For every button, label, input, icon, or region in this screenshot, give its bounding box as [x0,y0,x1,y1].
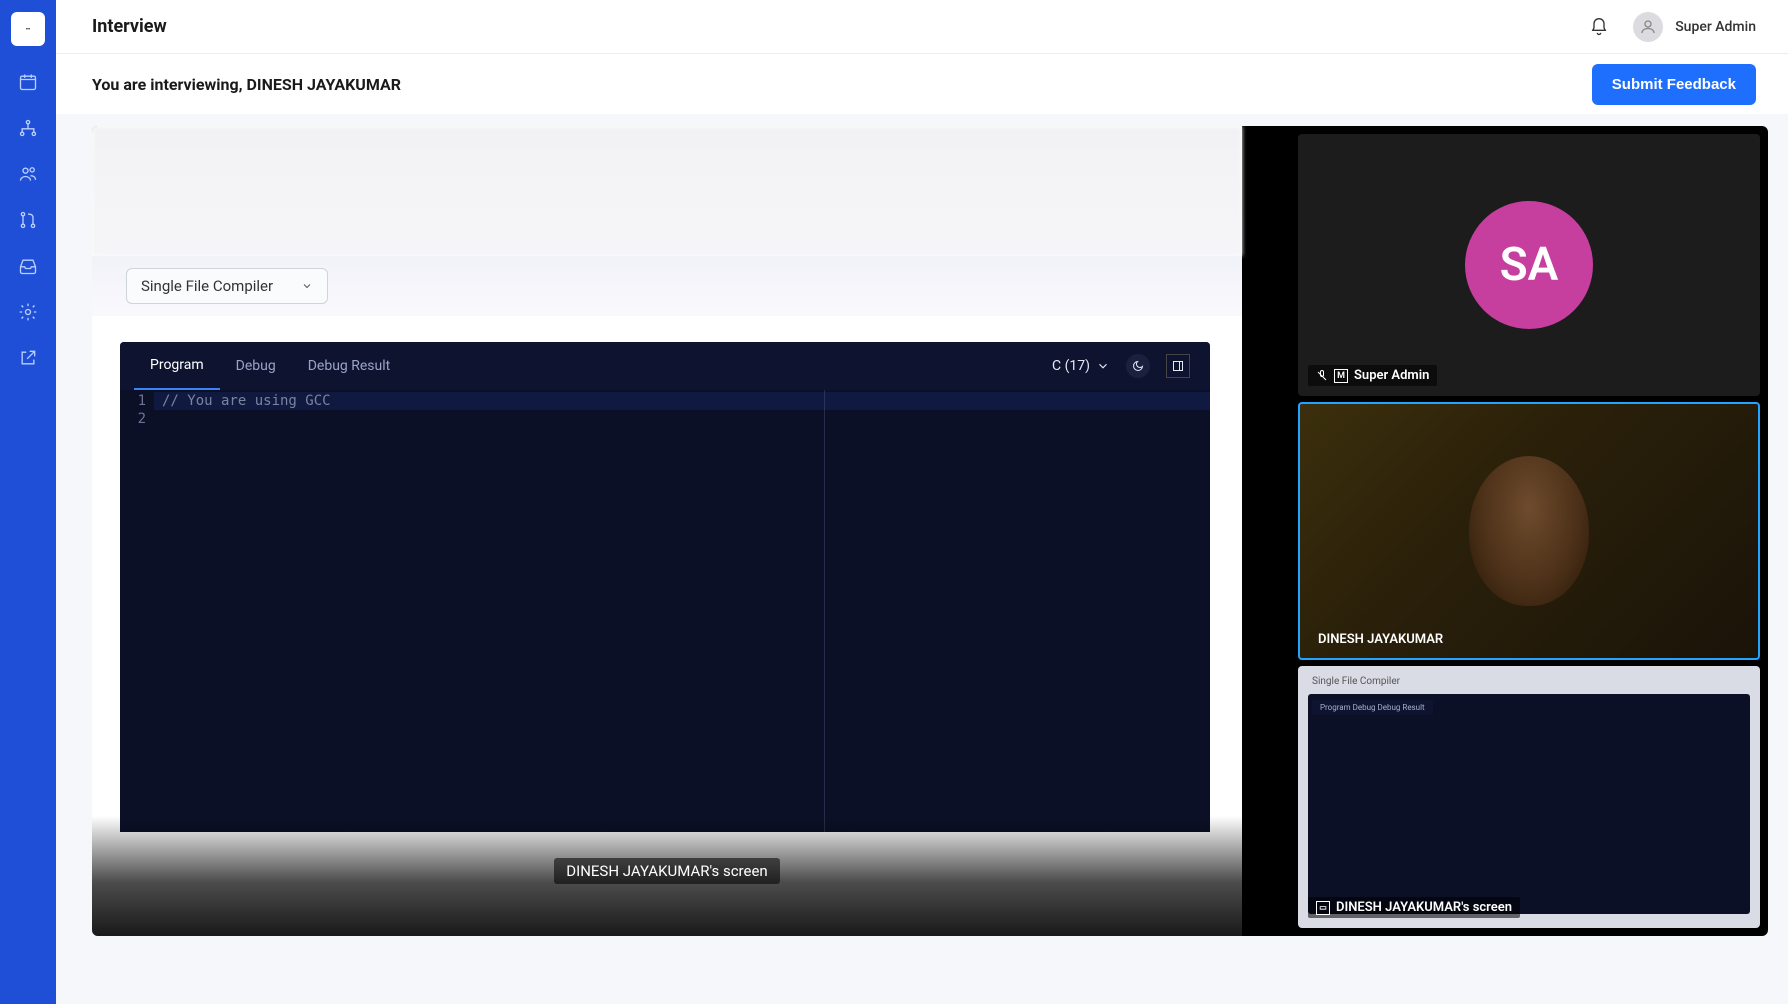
submit-feedback-button[interactable]: Submit Feedback [1592,64,1756,105]
meeting-canvas: Single File Compiler Program Debug Debug… [92,126,1768,936]
user-chip[interactable]: Super Admin [1633,12,1756,42]
editor-tabs: Program Debug Debug Result [134,342,406,390]
participant-name: DINESH JAYAKUMAR's screen [1336,900,1512,915]
code-line [154,410,1210,428]
tile-name-badge: M Super Admin [1308,365,1437,386]
people-icon[interactable] [18,164,38,184]
tab-program[interactable]: Program [134,342,220,390]
video-tile-screenshare[interactable]: Single File Compiler Program Debug Debug… [1298,666,1760,928]
user-avatar-icon [1633,12,1663,42]
mic-muted-icon [1316,370,1328,382]
self-avatar: SA [1465,201,1593,329]
chevron-down-icon [1096,359,1110,373]
tab-debug[interactable]: Debug [220,342,292,390]
top-bar: Interview Super Admin [56,0,1788,54]
mini-editor-tabs: Program Debug Debug Result [1312,700,1433,715]
inbox-icon[interactable] [18,256,38,276]
sub-header: You are interviewing, DINESH JAYAKUMAR S… [56,54,1788,114]
compiler-dropdown-label: Single File Compiler [141,277,273,295]
app-logo[interactable]: •• [11,12,45,46]
code-editor: Program Debug Debug Result C (17) 1 2 [120,342,1210,832]
page-title: Interview [92,16,167,37]
mini-editor [1308,694,1750,914]
video-column: SA M Super Admin DINESH JAYAKUMAR Single… [1298,134,1760,928]
shared-screen-footer: DINESH JAYAKUMAR's screen [92,816,1242,936]
tile-name-badge: DINESH JAYAKUMAR [1310,629,1451,650]
hierarchy-icon[interactable] [18,118,38,138]
language-dropdown[interactable]: C (17) [1052,358,1110,374]
tab-debug-result[interactable]: Debug Result [292,342,407,390]
editor-split-line [824,390,825,832]
editor-toolbar-right: C (17) [1052,342,1190,390]
pull-request-icon[interactable] [18,210,38,230]
top-right-cluster: Super Admin [1589,12,1756,42]
user-name-label: Super Admin [1675,19,1756,35]
video-tile-candidate[interactable]: DINESH JAYAKUMAR [1298,402,1760,660]
compiler-row: Single File Compiler [92,256,1242,316]
calendar-icon[interactable] [18,72,38,92]
participant-name: DINESH JAYAKUMAR [1318,632,1443,647]
interviewee-title: You are interviewing, DINESH JAYAKUMAR [92,75,401,94]
shared-screen-region: Single File Compiler Program Debug Debug… [92,126,1242,936]
code-area[interactable]: // You are using GCC [154,390,1210,832]
external-link-icon[interactable] [18,348,38,368]
mini-compiler-label: Single File Compiler [1312,676,1400,687]
left-nav-rail: •• [0,0,56,1004]
bell-icon[interactable] [1589,17,1609,37]
screen-share-icon: ▭ [1316,901,1330,915]
line-number: 1 [120,392,154,410]
theme-toggle-icon[interactable] [1126,354,1150,378]
chevron-down-icon [301,280,313,292]
editor-toolbar: Program Debug Debug Result C (17) [120,342,1210,390]
editor-body[interactable]: 1 2 // You are using GCC [120,390,1210,832]
gear-icon[interactable] [18,302,38,322]
line-gutter: 1 2 [120,390,154,832]
participant-name: Super Admin [1354,368,1429,383]
blurred-content [92,126,1242,256]
video-tile-self[interactable]: SA M Super Admin [1298,134,1760,396]
candidate-video-placeholder [1469,456,1589,606]
panel-toggle-icon[interactable] [1166,354,1190,378]
language-label: C (17) [1052,358,1090,374]
participant-indicator: M [1334,369,1348,383]
code-line: // You are using GCC [154,392,1210,410]
compiler-dropdown[interactable]: Single File Compiler [126,268,328,304]
tile-name-badge: ▭ DINESH JAYAKUMAR's screen [1308,897,1520,918]
line-number: 2 [120,410,154,428]
shared-screen-label: DINESH JAYAKUMAR's screen [554,858,779,884]
